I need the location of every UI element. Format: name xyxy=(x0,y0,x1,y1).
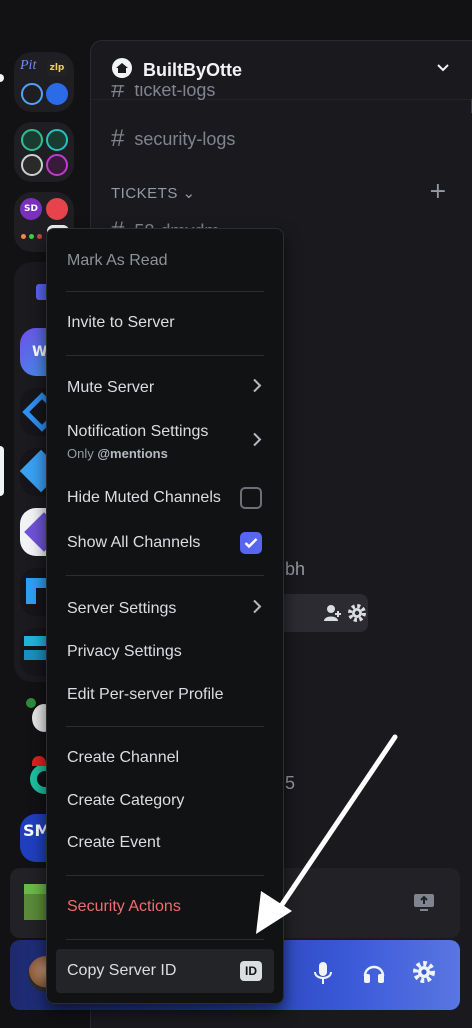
server-mini-icon xyxy=(46,83,68,105)
server-mini-icon xyxy=(21,83,43,105)
channel-name: security-logs xyxy=(134,128,236,149)
menu-item-show-all-channels[interactable]: Show All Channels xyxy=(56,527,274,559)
menu-item-hide-muted-channels[interactable]: Hide Muted Channels xyxy=(56,482,274,514)
menu-divider xyxy=(66,939,264,940)
channel-ticket-logs[interactable]: # ticket-logs xyxy=(111,85,215,109)
menu-item-create-channel[interactable]: Create Channel xyxy=(56,742,274,774)
menu-divider xyxy=(66,875,264,876)
partial-channel-text: bh xyxy=(285,559,306,579)
server-context-menu: Mark As Read Invite to Server Mute Serve… xyxy=(46,228,284,1004)
menu-item-privacy-settings[interactable]: Privacy Settings xyxy=(56,636,274,668)
server-mini-icon xyxy=(46,198,68,220)
hash-icon: # xyxy=(111,125,125,152)
menu-item-label: Mute Server xyxy=(67,379,155,396)
home-icon xyxy=(111,57,133,83)
menu-item-server-settings[interactable]: Server Settings xyxy=(56,593,274,625)
menu-item-label: Notification Settings xyxy=(67,423,209,440)
plus-icon[interactable]: + xyxy=(429,179,447,204)
selected-indicator xyxy=(0,446,4,496)
menu-item-notification-settings[interactable]: Notification Settings Only @mentions xyxy=(56,417,274,467)
checkbox-unchecked[interactable] xyxy=(240,487,262,509)
notification-subtext-value: @mentions xyxy=(97,446,168,461)
gear-icon[interactable] xyxy=(347,603,367,627)
chevron-right-icon xyxy=(252,432,262,453)
channel-name: ticket-logs xyxy=(134,85,216,100)
headphones-icon[interactable] xyxy=(362,960,386,990)
screen-share-icon[interactable] xyxy=(412,890,436,918)
menu-item-edit-per-server-profile[interactable]: Edit Per-server Profile xyxy=(56,679,274,711)
microphone-icon[interactable] xyxy=(312,960,334,990)
server-dot xyxy=(29,234,34,239)
menu-divider xyxy=(66,291,264,292)
checkmark-icon xyxy=(244,538,258,549)
server-folder-1[interactable]: Pit zlp xyxy=(14,52,74,112)
folder-label-pit: Pit xyxy=(20,58,37,73)
menu-item-invite[interactable]: Invite to Server xyxy=(56,307,274,339)
server-name: BuiltByOtte xyxy=(143,59,242,80)
server-folder-2[interactable] xyxy=(14,122,74,182)
menu-item-label: Copy Server ID xyxy=(67,962,177,979)
server-mini-icon xyxy=(46,154,68,176)
channel-security-logs[interactable]: # security-logs xyxy=(111,125,235,153)
chevron-right-icon xyxy=(252,599,262,620)
hash-icon: # xyxy=(111,85,125,103)
folder-label-zlp: zlp xyxy=(47,60,67,76)
id-icon: ID xyxy=(240,961,262,981)
gear-icon[interactable] xyxy=(412,960,436,988)
server-mini-icon xyxy=(21,129,43,151)
chevron-right-icon xyxy=(252,378,262,399)
server-mini-icon xyxy=(21,154,43,176)
menu-item-label: Show All Channels xyxy=(67,534,201,551)
menu-item-copy-server-id[interactable]: Copy Server ID ID xyxy=(56,949,274,993)
menu-divider xyxy=(66,575,264,576)
server-dot xyxy=(37,234,42,239)
menu-item-mute-server[interactable]: Mute Server xyxy=(56,372,274,404)
chevron-down-icon[interactable] xyxy=(435,59,451,79)
menu-item-label: Server Settings xyxy=(67,600,177,617)
server-mini-icon xyxy=(46,129,68,151)
partial-channel-text: 5 xyxy=(285,773,296,793)
menu-item-mark-as-read[interactable]: Mark As Read xyxy=(56,245,274,277)
menu-item-label: Hide Muted Channels xyxy=(67,489,221,506)
menu-item-create-event[interactable]: Create Event xyxy=(56,827,274,859)
category-tickets[interactable]: TICKETS ⌄ xyxy=(111,184,196,202)
add-member-icon[interactable] xyxy=(323,603,343,627)
menu-divider xyxy=(66,355,264,356)
server-dot xyxy=(21,234,26,239)
notification-subtext-prefix: Only xyxy=(67,446,94,461)
notification-subtext: Only @mentions xyxy=(67,446,208,461)
menu-divider xyxy=(66,726,264,727)
menu-item-security-actions[interactable]: Security Actions xyxy=(56,891,274,923)
server-sd-icon: SD xyxy=(20,198,42,220)
unread-indicator xyxy=(0,74,4,82)
menu-item-create-category[interactable]: Create Category xyxy=(56,785,274,817)
checkbox-checked[interactable] xyxy=(240,532,262,554)
